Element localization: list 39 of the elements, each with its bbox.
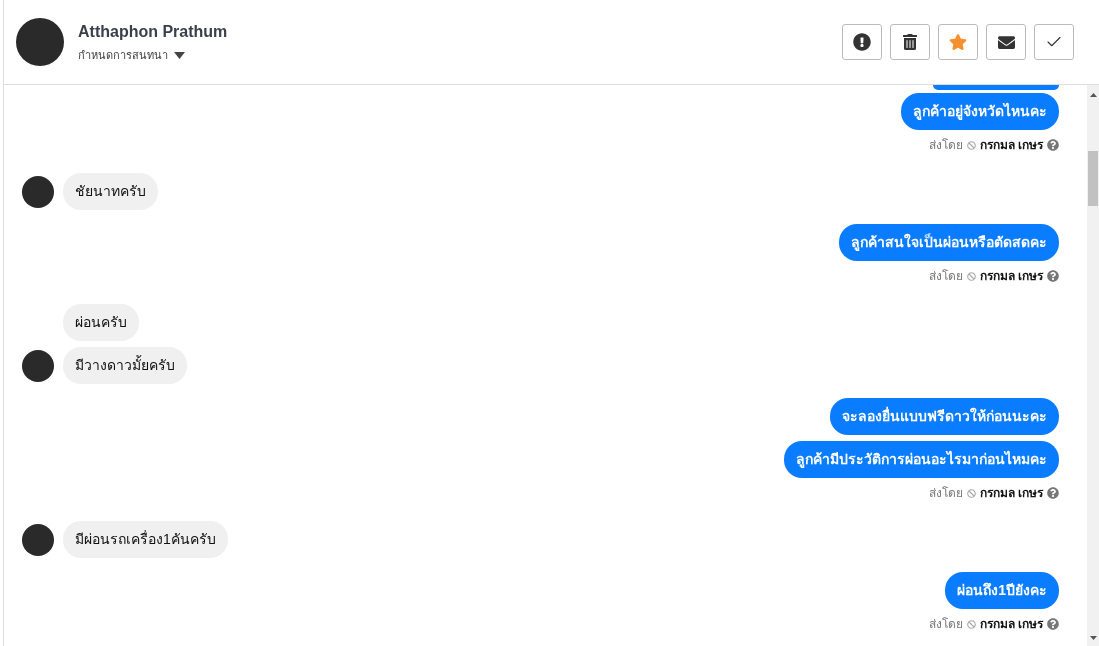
agent-name: กรกมล เกษร — [979, 137, 1043, 154]
sent-by-label: ส่งโดย — [928, 485, 963, 502]
message-bubble: ผ่อนถึง1ปียังคะ — [945, 572, 1059, 609]
sent-by-label: ส่งโดย — [928, 268, 963, 285]
sent-by-label: ส่งโดย — [928, 137, 963, 154]
message-bubble: ลูกค้ามีประวัติการผ่อนอะไรมาก่อนไหมคะ — [784, 441, 1059, 478]
sent-by-label: ส่งโดย — [928, 616, 963, 633]
avatar — [22, 175, 54, 208]
scroll-down-icon[interactable] — [1089, 636, 1097, 640]
help-icon[interactable] — [1047, 270, 1059, 282]
help-icon[interactable] — [1047, 487, 1059, 499]
message-bubble: มีวางดาวมั้ยครับ — [63, 347, 187, 384]
help-icon[interactable] — [1047, 139, 1059, 151]
star-button[interactable] — [938, 24, 978, 60]
help-icon[interactable] — [1047, 618, 1059, 630]
message-bubble: ลูกค้าอยู่จังหวัดไหนคะ — [901, 93, 1059, 130]
delete-button[interactable] — [890, 24, 930, 60]
scroll-up-icon[interactable] — [1089, 93, 1097, 97]
scrollbar-thumb[interactable] — [1088, 151, 1098, 206]
message-bubble: มีผ่อนรถเครื่อง1คันครับ — [63, 521, 228, 558]
avatar — [22, 523, 54, 556]
agent-name: กรกมล เกษร — [979, 268, 1043, 285]
agent-name: กรกมล เกษร — [979, 485, 1043, 502]
mail-button[interactable] — [986, 24, 1026, 60]
assign-dropdown[interactable]: กำหนดการสนทนา — [78, 47, 228, 64]
message-bubble: จะลองยื่นแบบฟรีดาวให้ก่อนนะคะ — [830, 398, 1059, 435]
caret-icon — [174, 52, 185, 59]
contact-name: Atthaphon Prathum — [78, 22, 228, 43]
scrollbar[interactable] — [1087, 85, 1099, 646]
agent-name: กรกมล เกษร — [979, 616, 1043, 633]
message-bubble: ชัยนาทครับ — [63, 173, 158, 210]
message-bubble: ผ่อนครับ — [63, 304, 139, 341]
trash-icon — [902, 34, 918, 50]
avatar — [22, 349, 54, 382]
envelope-icon — [997, 33, 1015, 51]
message-bubble: ลูกค้าสนใจเป็นผ่อนหรือตัดสดคะ — [839, 224, 1059, 261]
alert-button[interactable] — [842, 24, 882, 60]
avatar — [16, 18, 64, 66]
alert-icon — [853, 33, 871, 51]
